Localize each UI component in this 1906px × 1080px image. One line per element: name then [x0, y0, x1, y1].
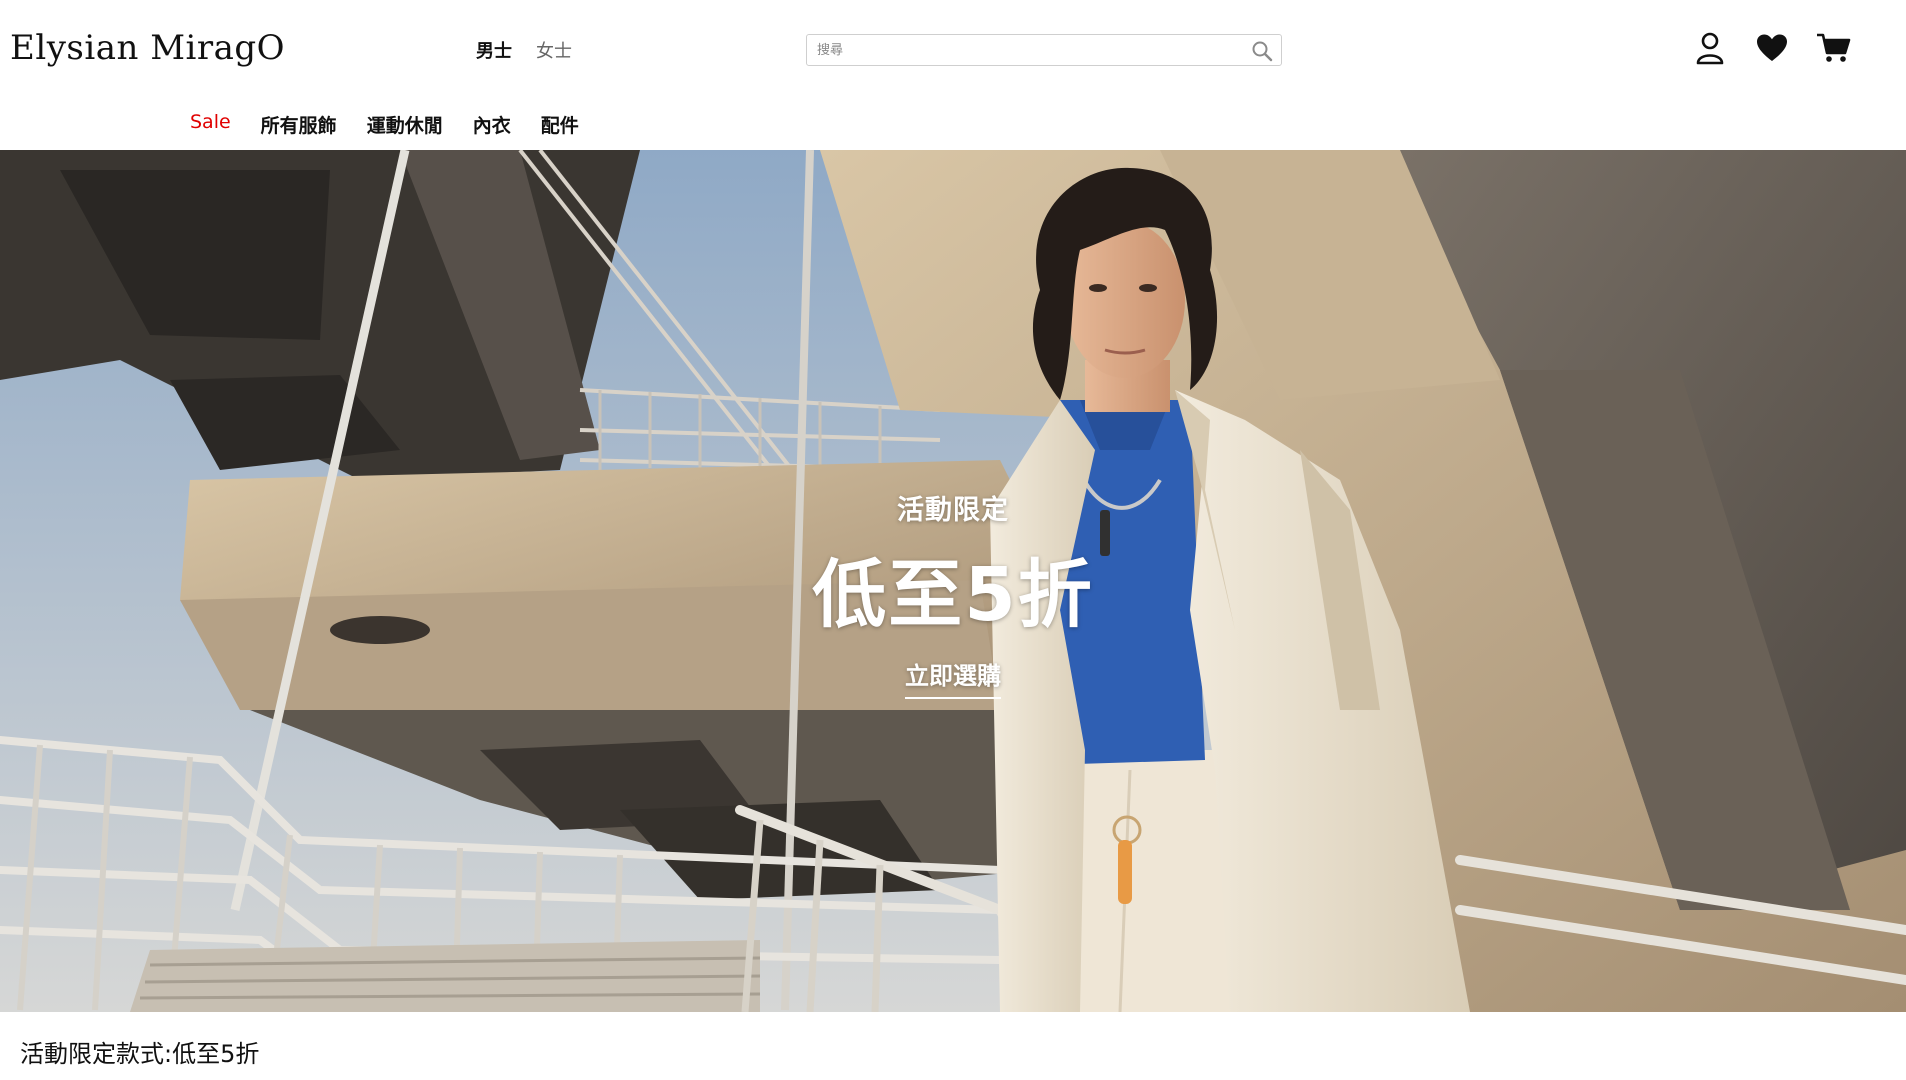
search-icon[interactable] — [1251, 40, 1273, 62]
nav-accessories[interactable]: 配件 — [541, 111, 579, 138]
nav-sportswear[interactable]: 運動休閒 — [367, 111, 443, 138]
gender-nav: 男士 女士 — [476, 37, 572, 63]
search-input[interactable] — [807, 35, 1237, 65]
gender-tab-men[interactable]: 男士 — [476, 37, 512, 63]
heart-icon[interactable] — [1754, 30, 1790, 66]
site-header: Elysian MiragO 男士 女士 搜尋 Sale 所有服飾 運動休閒 內… — [0, 0, 1906, 150]
search-bar — [806, 34, 1282, 66]
section-title: 活動限定款式:低至5折 — [20, 1040, 260, 1068]
nav-all-apparel[interactable]: 所有服飾 — [261, 111, 337, 138]
nav-underwear[interactable]: 內衣 — [473, 111, 511, 138]
gender-tab-women[interactable]: 女士 — [536, 37, 572, 63]
user-actions — [1692, 30, 1852, 66]
hero-promo: 活動限定 低至5折 立即選購 — [753, 488, 1153, 699]
category-nav: Sale 所有服飾 運動休閒 內衣 配件 — [190, 111, 579, 138]
promo-headline: 低至5折 — [812, 552, 1094, 638]
promo-subtitle: 活動限定 — [897, 495, 1009, 526]
hero-banner[interactable]: 活動限定 低至5折 立即選購 — [0, 150, 1906, 1012]
cart-icon[interactable] — [1816, 30, 1852, 66]
nav-sale[interactable]: Sale — [190, 111, 231, 138]
brand-logo[interactable]: Elysian MiragO — [10, 28, 285, 68]
user-icon[interactable] — [1692, 30, 1728, 66]
shop-now-link[interactable]: 立即選購 — [905, 656, 1001, 699]
